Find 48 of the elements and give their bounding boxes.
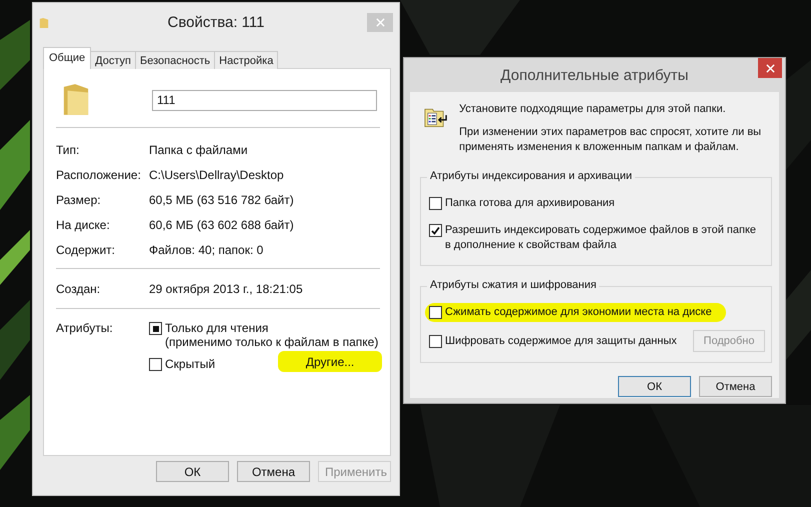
field-value: 60,5 МБ (63 516 782 байт) bbox=[149, 192, 294, 208]
field-label: Расположение: bbox=[56, 167, 142, 183]
group-title: Атрибуты индексирования и архивации bbox=[427, 170, 635, 182]
field-label: Создан: bbox=[56, 281, 102, 297]
window-title: Свойства: 111 bbox=[167, 14, 264, 30]
checkbox[interactable] bbox=[429, 224, 442, 237]
field-value: 60,6 МБ (63 602 688 байт) bbox=[149, 217, 294, 233]
close-icon bbox=[766, 64, 774, 72]
checkbox-label: Только для чтения bbox=[165, 321, 270, 335]
field-value: Папка с файлами bbox=[149, 142, 248, 158]
field-label: Атрибуты: bbox=[56, 321, 114, 337]
instruction-note: При изменении этих параметров вас спросят, хотите ли вы применять изменения к вложенным папкам и файлам. bbox=[459, 125, 762, 155]
name-field[interactable]: 111 bbox=[152, 90, 377, 110]
field-label: Тип: bbox=[56, 142, 80, 158]
dialog-button[interactable]: Отмена bbox=[699, 376, 772, 397]
checkbox-option[interactable]: Разрешить индексировать содержимое файлов в этой папке в дополнение к свойствам файла bbox=[425, 221, 765, 255]
dialog-button[interactable]: ОК bbox=[156, 461, 229, 482]
checkbox[interactable] bbox=[149, 358, 162, 371]
checkbox-note: (применимо только к файлам в папке) bbox=[165, 335, 378, 349]
field-value: C:\Users\Dellray\Desktop bbox=[149, 167, 284, 183]
checkbox-option[interactable]: Сжимать содержимое для экономии места на диске bbox=[425, 303, 726, 322]
checkbox[interactable] bbox=[429, 306, 442, 319]
field-label: Содержит: bbox=[56, 242, 116, 258]
checkbox-label: Скрытый bbox=[165, 357, 216, 371]
close-icon bbox=[376, 18, 384, 27]
checkbox[interactable] bbox=[429, 334, 442, 348]
field-label: Размер: bbox=[56, 192, 102, 208]
checkbox[interactable] bbox=[429, 197, 442, 210]
close-button[interactable] bbox=[758, 58, 782, 78]
tab[interactable]: Общие bbox=[43, 47, 92, 69]
field-value: 29 октября 2013 г., 18:21:05 bbox=[149, 281, 303, 297]
field-label: На диске: bbox=[56, 217, 111, 233]
folder-icon bbox=[62, 83, 90, 117]
checkbox[interactable] bbox=[149, 322, 162, 335]
instruction-text: Установите подходящие параметры для этой папки. bbox=[459, 102, 727, 117]
tab[interactable]: Настройка bbox=[214, 51, 278, 69]
tab[interactable]: Доступ bbox=[90, 51, 136, 69]
folder-list-icon bbox=[424, 106, 448, 128]
group-title: Атрибуты сжатия и шифрования bbox=[427, 279, 600, 291]
dialog-button[interactable]: ОК bbox=[618, 376, 691, 397]
dialog-button[interactable]: Отмена bbox=[237, 461, 310, 482]
checkbox-option[interactable]: Шифровать содержимое для защиты данных bbox=[425, 332, 681, 350]
other-attributes-button[interactable]: Другие... bbox=[278, 351, 382, 372]
checkbox-option[interactable]: Папка готова для архивирования bbox=[425, 194, 619, 213]
window-title: Дополнительные атрибуты bbox=[500, 66, 688, 84]
folder-icon bbox=[39, 17, 49, 29]
field-value: Файлов: 40; папок: 0 bbox=[149, 242, 264, 258]
tab[interactable]: Безопасность bbox=[134, 51, 216, 69]
